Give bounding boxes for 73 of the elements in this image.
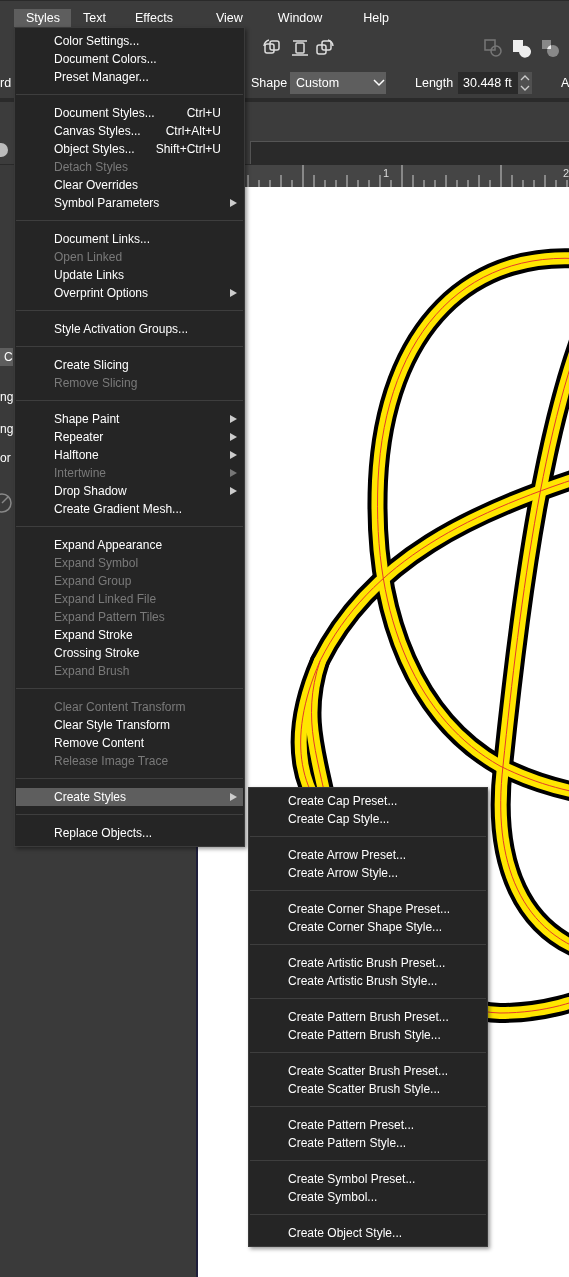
length-label: Length [415, 76, 454, 90]
menu-item[interactable]: Halftone [16, 446, 243, 464]
submenu-arrow-icon [230, 451, 237, 459]
submenu-arrow-icon [230, 199, 237, 207]
menu-item[interactable]: Clear Style Transform [16, 716, 243, 734]
menu-bar-item[interactable]: Window [265, 9, 334, 28]
submenu-arrow-icon [230, 469, 237, 477]
menu-item[interactable]: Expand Stroke [16, 626, 243, 644]
menu-item[interactable]: Create Cap Preset... [250, 792, 486, 810]
panel-button[interactable]: C [0, 348, 13, 366]
menu-item[interactable]: Create Pattern Brush Preset... [250, 1008, 486, 1026]
menu-item[interactable]: Replace Objects... [16, 824, 243, 842]
length-field[interactable]: 30.448 ft [458, 72, 518, 94]
menu-bar-item[interactable]: View [203, 9, 254, 28]
menu-item[interactable]: Create Artistic Brush Style... [250, 972, 486, 990]
toolbar-label: A [561, 76, 569, 90]
ruler-label: 2 [563, 167, 569, 179]
union-shape-icon[interactable] [511, 38, 531, 58]
intersect-shape-icon[interactable] [540, 38, 560, 58]
menu-item[interactable]: Create Symbol... [250, 1188, 486, 1206]
menu-item[interactable]: Drop Shadow [16, 482, 243, 500]
menu-item[interactable]: Repeater [16, 428, 243, 446]
menu-item[interactable]: Document Links... [16, 230, 243, 248]
menu-bar-item[interactable]: Text [71, 9, 117, 28]
menu-item[interactable]: Clear Overrides [16, 176, 243, 194]
menu-item[interactable]: Document Colors... [16, 50, 243, 68]
menu-item[interactable]: Create Cap Style... [250, 810, 486, 828]
menu-bar-item[interactable]: Effects [123, 9, 184, 28]
flip-frame-icon[interactable] [290, 38, 310, 58]
spinner-icon[interactable] [518, 72, 532, 94]
panel-label: ng [0, 390, 14, 404]
menu-item[interactable]: Create Pattern Preset... [250, 1116, 486, 1134]
chevron-down-icon [372, 78, 386, 88]
menu-item[interactable]: Canvas Styles... Ctrl+Alt+U [16, 122, 243, 140]
menu-item[interactable]: Create Gradient Mesh... [16, 500, 243, 518]
menu-item[interactable]: Create Symbol Preset... [250, 1170, 486, 1188]
submenu-arrow-icon [230, 289, 237, 297]
menu-item[interactable]: Create Object Style... [250, 1224, 486, 1242]
menu-item[interactable]: Create Scatter Brush Preset... [250, 1062, 486, 1080]
menu-item[interactable]: Document Styles... Ctrl+U [16, 104, 243, 122]
menu-item[interactable]: Create Scatter Brush Style... [250, 1080, 486, 1098]
menu-item[interactable]: Create Arrow Style... [250, 864, 486, 882]
menu-item[interactable]: Color Settings... [16, 32, 243, 50]
submenu-arrow-icon [230, 415, 237, 423]
subtract-shape-icon[interactable] [483, 38, 503, 58]
menu-item[interactable]: Create Pattern Style... [250, 1134, 486, 1152]
menu-bar-item[interactable]: Help [351, 9, 401, 28]
menu-item[interactable]: Preset Manager... [16, 68, 243, 86]
menu-item[interactable]: Create Pattern Brush Style... [250, 1026, 486, 1044]
menu-item[interactable]: Create Slicing [16, 356, 243, 374]
menu-item[interactable]: Create Corner Shape Preset... [250, 900, 486, 918]
menu-item[interactable]: Expand Appearance [16, 536, 243, 554]
panel-label: ng [0, 422, 14, 436]
menu-item[interactable]: Create Corner Shape Style... [250, 918, 486, 936]
submenu-arrow-icon [230, 433, 237, 441]
menu-item[interactable]: Overprint Options [16, 284, 243, 302]
ruler-label: 1 [383, 167, 390, 179]
menu-item[interactable]: Symbol Parameters [16, 194, 243, 212]
menu-item[interactable]: Create Artistic Brush Preset... [250, 954, 486, 972]
submenu-arrow-icon [230, 793, 237, 801]
submenu-arrow-icon [230, 487, 237, 495]
menu-item[interactable]: Crossing Stroke [16, 644, 243, 662]
panel-label: or [0, 451, 11, 465]
toolbar-label: rd [0, 76, 12, 90]
menu-item[interactable]: Style Activation Groups... [16, 320, 243, 338]
menu-item[interactable]: Create Arrow Preset... [250, 846, 486, 864]
menu-item[interactable]: Create Styles [16, 788, 243, 806]
shape-dropdown[interactable]: Custom [290, 72, 386, 94]
menu-item[interactable]: Remove Content [16, 734, 243, 752]
rotate-frame-icon[interactable] [315, 38, 335, 58]
shape-label: Shape [251, 76, 288, 90]
menu-item[interactable]: Update Links [16, 266, 243, 284]
menu-item[interactable]: Shape Paint [16, 410, 243, 428]
